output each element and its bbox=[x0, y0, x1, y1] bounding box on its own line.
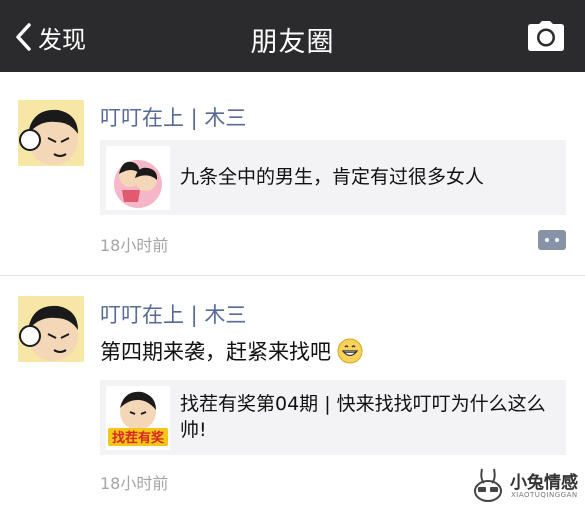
watermark-name: 小兔情感 bbox=[510, 473, 578, 493]
post-time: 18小时前 bbox=[100, 474, 169, 493]
camera-button[interactable] bbox=[527, 20, 565, 52]
cartoon-avatar-icon: 找茬有奖 bbox=[106, 385, 170, 450]
post-username[interactable]: 叮叮在上 | 木三 bbox=[100, 102, 246, 132]
cartoon-couple-icon bbox=[106, 145, 170, 210]
card-thumbnail: 找茬有奖 bbox=[106, 385, 170, 450]
navigation-bar: 发现 朋友圈 bbox=[0, 0, 585, 72]
post-time: 18小时前 bbox=[100, 236, 169, 255]
cartoon-avatar-icon bbox=[18, 100, 84, 166]
card-badge: 找茬有奖 bbox=[112, 430, 165, 446]
grin-emoji-icon bbox=[337, 338, 363, 364]
shared-link-card[interactable]: 找茬有奖 找茬有奖第04期 | 快来找找叮叮为什么这么帅! bbox=[100, 380, 566, 455]
moment-post: 叮叮在上 | 木三 九条全中的男生，肯定有过很多女人 18小时前 bbox=[0, 72, 585, 275]
shared-link-card[interactable]: 九条全中的男生，肯定有过很多女人 bbox=[100, 140, 566, 215]
dot-icon bbox=[555, 238, 559, 242]
card-title: 找茬有奖第04期 | 快来找找叮叮为什么这么帅! bbox=[180, 392, 546, 441]
card-title: 九条全中的男生，肯定有过很多女人 bbox=[180, 165, 485, 188]
post-username[interactable]: 叮叮在上 | 木三 bbox=[100, 299, 246, 329]
card-thumbnail bbox=[106, 145, 170, 210]
camera-icon bbox=[528, 21, 564, 51]
dot-icon bbox=[545, 238, 549, 242]
comment-more-button[interactable] bbox=[538, 230, 566, 250]
avatar[interactable] bbox=[18, 100, 84, 166]
rabbit-logo-icon bbox=[474, 468, 502, 502]
avatar[interactable] bbox=[18, 296, 84, 362]
page-title: 朋友圈 bbox=[250, 27, 335, 58]
watermark-sub: XIAOTUQINGGAN bbox=[511, 491, 578, 499]
post-text: 第四期来袭，赶紧来找吧 bbox=[100, 336, 363, 366]
cartoon-avatar-icon bbox=[18, 296, 84, 362]
watermark-logo: 小兔情感 XIAOTUQINGGAN bbox=[470, 464, 582, 506]
post-text-content: 第四期来袭，赶紧来找吧 bbox=[100, 340, 331, 364]
